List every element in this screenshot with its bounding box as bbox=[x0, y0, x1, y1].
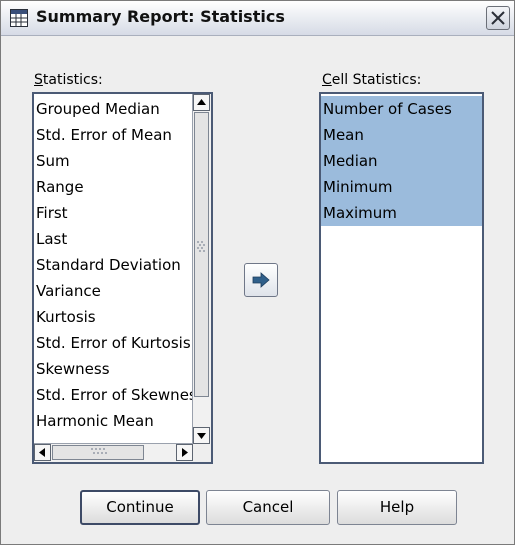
grip-icon bbox=[197, 241, 205, 252]
cell-statistics-label: Cell Statistics: bbox=[322, 72, 421, 88]
cell-statistics-label-mnemonic: C bbox=[322, 72, 332, 88]
horizontal-scroll-thumb[interactable] bbox=[52, 445, 144, 460]
scroll-right-button[interactable] bbox=[176, 444, 193, 461]
list-item-range[interactable]: Range bbox=[34, 174, 193, 200]
cell-statistics-list[interactable]: Number of Cases Mean Median Minimum Maxi… bbox=[319, 92, 484, 464]
arrow-right-icon bbox=[252, 272, 270, 288]
statistics-list[interactable]: Grouped Median Std. Error of Mean Sum Ra… bbox=[32, 92, 213, 464]
list-item-maximum[interactable]: Maximum bbox=[321, 200, 482, 226]
grid-report-icon bbox=[10, 9, 28, 27]
vertical-scroll-thumb[interactable] bbox=[194, 112, 209, 397]
list-item-skewness[interactable]: Skewness bbox=[34, 356, 193, 382]
statistics-list-items: Grouped Median Std. Error of Mean Sum Ra… bbox=[34, 96, 193, 434]
continue-button[interactable]: Continue bbox=[80, 490, 200, 525]
title-bar[interactable]: Summary Report: Statistics bbox=[1, 1, 514, 36]
list-item-std-error-of-skewness[interactable]: Std. Error of Skewness bbox=[34, 382, 193, 408]
dialog-title: Summary Report: Statistics bbox=[36, 7, 285, 26]
cell-statistics-list-items: Number of Cases Mean Median Minimum Maxi… bbox=[321, 96, 482, 226]
list-item-kurtosis[interactable]: Kurtosis bbox=[34, 304, 193, 330]
cell-statistics-label-text: ell Statistics: bbox=[331, 72, 422, 88]
statistics-label: Statistics: bbox=[34, 72, 103, 88]
list-item-mean[interactable]: Mean bbox=[321, 122, 482, 148]
list-item-median[interactable]: Median bbox=[321, 148, 482, 174]
help-button[interactable]: Help bbox=[337, 490, 457, 525]
list-item-std-error-of-kurtosis[interactable]: Std. Error of Kurtosis bbox=[34, 330, 193, 356]
list-item-minimum[interactable]: Minimum bbox=[321, 174, 482, 200]
list-item-last[interactable]: Last bbox=[34, 226, 193, 252]
close-button[interactable] bbox=[486, 6, 510, 30]
list-item-standard-deviation[interactable]: Standard Deviation bbox=[34, 252, 193, 278]
list-item-variance[interactable]: Variance bbox=[34, 278, 193, 304]
list-item-first[interactable]: First bbox=[34, 200, 193, 226]
close-icon bbox=[491, 11, 505, 25]
list-item-sum[interactable]: Sum bbox=[34, 148, 193, 174]
arrow-left-icon bbox=[39, 448, 45, 457]
summary-report-statistics-dialog: Summary Report: Statistics Statistics: G… bbox=[0, 0, 515, 545]
horizontal-scrollbar[interactable] bbox=[34, 443, 193, 462]
scroll-left-button[interactable] bbox=[34, 444, 51, 461]
list-item-number-of-cases[interactable]: Number of Cases bbox=[321, 96, 482, 122]
grip-icon bbox=[91, 448, 107, 454]
arrow-up-icon bbox=[197, 99, 206, 105]
list-item-std-error-of-mean[interactable]: Std. Error of Mean bbox=[34, 122, 193, 148]
vertical-scrollbar[interactable] bbox=[192, 94, 211, 444]
scroll-down-button[interactable] bbox=[193, 427, 210, 444]
scroll-up-button[interactable] bbox=[193, 94, 210, 111]
move-to-cell-statistics-button[interactable] bbox=[244, 263, 278, 297]
cancel-button[interactable]: Cancel bbox=[206, 490, 330, 525]
statistics-label-text: tatistics: bbox=[42, 72, 103, 88]
arrow-right-small-icon bbox=[182, 448, 188, 457]
statistics-label-mnemonic: S bbox=[34, 72, 43, 88]
list-item-harmonic-mean[interactable]: Harmonic Mean bbox=[34, 408, 193, 434]
list-item-grouped-median[interactable]: Grouped Median bbox=[34, 96, 193, 122]
scrollbar-corner bbox=[193, 444, 211, 462]
arrow-down-icon bbox=[197, 433, 206, 439]
